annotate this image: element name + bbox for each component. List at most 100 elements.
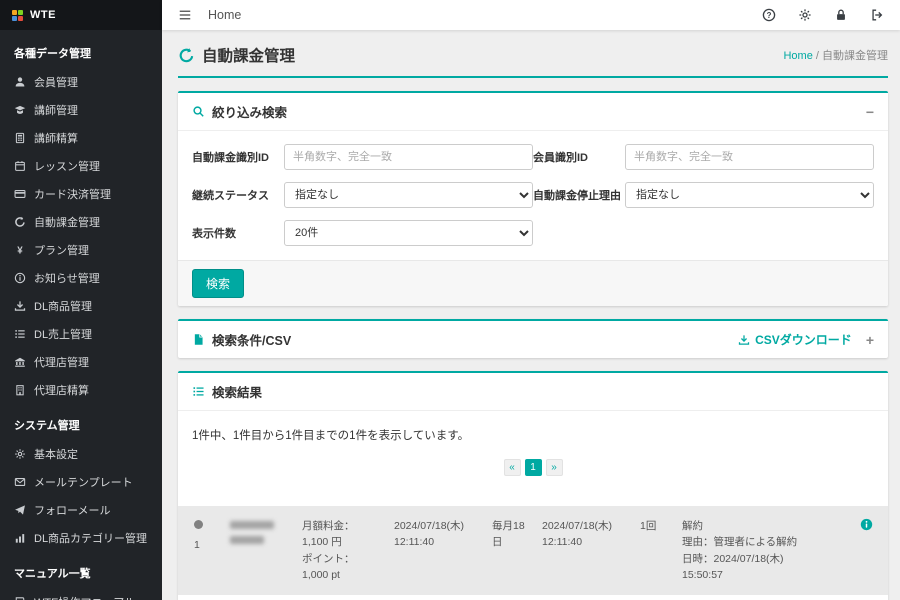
csv-card: 検索条件/CSV CSVダウンロード +: [178, 319, 888, 358]
calendar-icon: [14, 160, 26, 172]
sidebar-item-plans[interactable]: ¥ プラン管理: [0, 236, 162, 264]
csv-expand-button[interactable]: +: [866, 333, 874, 347]
card-icon: [14, 188, 26, 200]
sidebar-item-label: WTE操作マニュアル: [34, 594, 135, 600]
auto-billing-id-input[interactable]: [284, 144, 533, 170]
sidebar-item-label: お知らせ管理: [34, 270, 100, 286]
search-icon: [192, 105, 205, 118]
display-count-select[interactable]: 20件: [284, 220, 533, 246]
page-title: 自動課金管理: [202, 44, 295, 66]
results-summary: 1件中、1件目から1件目までの1件を表示しています。: [178, 421, 888, 443]
topbar-home-link[interactable]: Home: [208, 8, 241, 22]
logo-square: [12, 10, 17, 15]
sidebar-item-teacher-settlement[interactable]: 講師精算: [0, 124, 162, 152]
results-card-header: 検索結果: [178, 373, 888, 411]
csv-card-header: 検索条件/CSV CSVダウンロード +: [178, 321, 888, 358]
filter-form: 自動課金識別ID 会員識別ID 継続ステータス 指定なし: [178, 131, 888, 260]
row-start-datetime-cell: 2024/07/18(木) 12:11:40: [388, 518, 486, 551]
sidebar-item-members[interactable]: 会員管理: [0, 68, 162, 96]
row-status: 解約: [682, 518, 848, 534]
sidebar-item-manual[interactable]: WTE操作マニュアル: [0, 588, 162, 600]
row-index-cell: 1: [188, 518, 224, 553]
menu-toggle-icon[interactable]: [178, 9, 192, 21]
info-circle-icon[interactable]: [860, 518, 873, 531]
sidebar-item-label: プラン管理: [34, 242, 89, 258]
lock-icon[interactable]: [834, 8, 848, 22]
sidebar-section-title: システム管理: [0, 404, 162, 440]
sidebar-item-agencies[interactable]: 代理店管理: [0, 348, 162, 376]
stop-reason-label: 自動課金停止理由: [533, 187, 625, 203]
row-count-cell: 1回: [634, 518, 676, 534]
mail-icon: [14, 476, 26, 488]
pagination-page-1-button[interactable]: 1: [525, 459, 542, 476]
sidebar-item-dl-products[interactable]: DL商品管理: [0, 292, 162, 320]
filter-card-header: 絞り込み検索 −: [178, 93, 888, 131]
main-column: Home ? 自動課金管理 Home / 自動課金管理: [162, 0, 900, 600]
row-cycle-cell: 毎月18 日: [486, 518, 536, 551]
topbar-actions: ?: [762, 8, 884, 22]
logo-row[interactable]: WTE: [0, 0, 162, 30]
filter-collapse-button[interactable]: −: [866, 105, 874, 119]
breadcrumb-current: 自動課金管理: [822, 50, 888, 62]
masked-id-line: [230, 521, 274, 529]
sidebar-item-agency-settlement[interactable]: 代理店精算: [0, 376, 162, 404]
row-fee-cell: 月額料金： 1,100 円 ポイント： 1,000 pt: [296, 518, 388, 583]
app-window: WTE 各種データ管理会員管理講師管理講師精算レッスン管理カード決済管理自動課金…: [0, 0, 900, 600]
row-status-cell: 解約 理由：管理者による解約 日時：2024/07/18(木) 15:50:57: [676, 518, 854, 583]
sidebar-item-card-payments[interactable]: カード決済管理: [0, 180, 162, 208]
app-logo-text: WTE: [30, 9, 56, 21]
download-icon: [14, 300, 26, 312]
pagination-next-button[interactable]: »: [546, 459, 563, 476]
status-select[interactable]: 指定なし: [284, 182, 533, 208]
row-status-reason: 理由：管理者による解約: [682, 534, 848, 550]
sidebar-item-auto-billing[interactable]: 自動課金管理: [0, 208, 162, 236]
logout-icon[interactable]: [870, 8, 884, 22]
row-index: 1: [194, 537, 218, 553]
pagination-prev-button[interactable]: «: [504, 459, 521, 476]
display-count-label: 表示件数: [192, 225, 284, 241]
topbar: Home ?: [162, 0, 900, 30]
sidebar-item-label: DL商品カテゴリー管理: [34, 530, 147, 546]
search-button[interactable]: 検索: [192, 269, 244, 298]
list-icon: [192, 385, 205, 398]
sidebar-item-dl-categories[interactable]: DL商品カテゴリー管理: [0, 524, 162, 552]
help-icon[interactable]: ?: [762, 8, 776, 22]
chart-icon: [14, 532, 26, 544]
sidebar-item-basic-settings[interactable]: 基本設定: [0, 440, 162, 468]
sidebar-item-label: 基本設定: [34, 446, 78, 462]
sidebar-item-label: 講師精算: [34, 130, 78, 146]
filter-footer: 検索: [178, 260, 888, 306]
sidebar-item-lessons[interactable]: レッスン管理: [0, 152, 162, 180]
pagination-top: « 1 »: [178, 459, 888, 476]
results-card: 検索結果 1件中、1件目から1件目までの1件を表示しています。 « 1 » 1: [178, 371, 888, 600]
info-icon: [14, 272, 26, 284]
sidebar-item-follow-mail[interactable]: フォローメール: [0, 496, 162, 524]
sidebar-item-notices[interactable]: お知らせ管理: [0, 264, 162, 292]
row-masked-id-cell: [224, 518, 296, 551]
sidebar-item-label: DL売上管理: [34, 326, 92, 342]
sidebar-item-label: 自動課金管理: [34, 214, 100, 230]
member-id-input[interactable]: [625, 144, 874, 170]
svg-text:¥: ¥: [17, 245, 23, 256]
bank-icon: [14, 356, 26, 368]
sidebar: WTE 各種データ管理会員管理講師管理講師精算レッスン管理カード決済管理自動課金…: [0, 0, 162, 600]
sidebar-item-label: 代理店精算: [34, 382, 89, 398]
sidebar-item-mail-templates[interactable]: メールテンプレート: [0, 468, 162, 496]
refresh-icon: [178, 47, 195, 64]
csv-download-link[interactable]: CSVダウンロード: [738, 331, 852, 348]
filter-card: 絞り込み検索 − 自動課金識別ID 会員識別ID: [178, 91, 888, 306]
page-content: 自動課金管理 Home / 自動課金管理 絞り込み検索 −: [162, 30, 900, 600]
stop-reason-select[interactable]: 指定なし: [625, 182, 874, 208]
sidebar-item-label: フォローメール: [34, 502, 111, 518]
sidebar-section-title: マニュアル一覧: [0, 552, 162, 588]
user-icon: [14, 76, 26, 88]
settings-gear-icon[interactable]: [798, 8, 812, 22]
svg-text:?: ?: [767, 11, 772, 20]
sidebar-item-dl-sales[interactable]: DL売上管理: [0, 320, 162, 348]
breadcrumb-separator: /: [816, 50, 819, 62]
gear-icon: [14, 448, 26, 460]
result-row[interactable]: 1 月額料金： 1,100 円 ポイント： 1,000 pt: [178, 506, 888, 595]
breadcrumb-home-link[interactable]: Home: [783, 50, 812, 62]
sidebar-item-teachers[interactable]: 講師管理: [0, 96, 162, 124]
auto-billing-id-label: 自動課金識別ID: [192, 149, 284, 165]
